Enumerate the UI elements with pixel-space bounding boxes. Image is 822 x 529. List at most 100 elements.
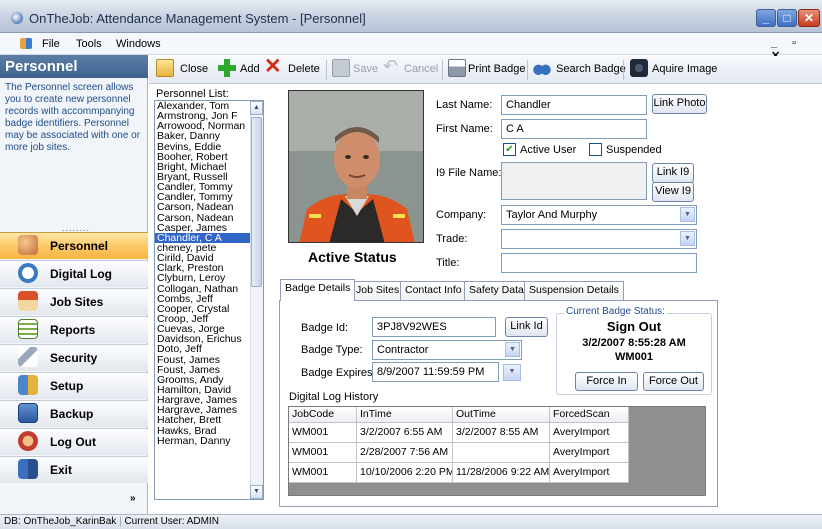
- trade-select[interactable]: [501, 229, 697, 249]
- list-item[interactable]: Bright, Michael: [155, 162, 263, 172]
- close-button[interactable]: Close: [180, 63, 208, 75]
- badge-id-field[interactable]: 3PJ8V92WES: [372, 317, 496, 337]
- scroll-down-icon[interactable]: ▼: [250, 485, 263, 499]
- last-name-field[interactable]: Chandler: [501, 95, 647, 115]
- link-i9-button[interactable]: Link I9: [652, 163, 694, 183]
- company-select[interactable]: Taylor And Murphy: [501, 205, 697, 225]
- table-cell[interactable]: 3/2/2007 6:55 AM: [357, 423, 453, 443]
- link-id-button[interactable]: Link Id: [505, 317, 548, 337]
- badge-type-select[interactable]: Contractor: [372, 340, 522, 360]
- save-button[interactable]: Save: [353, 63, 378, 75]
- list-item[interactable]: Baker, Danny: [155, 131, 263, 141]
- list-item[interactable]: Alexander, Tom: [155, 101, 263, 111]
- list-item[interactable]: Carson, Nadean: [155, 202, 263, 212]
- table-cell[interactable]: AveryImport: [550, 463, 629, 483]
- list-item[interactable]: Grooms, Andy: [155, 375, 263, 385]
- list-item[interactable]: Foust, James: [155, 355, 263, 365]
- table-cell[interactable]: [453, 443, 550, 463]
- table-cell[interactable]: 3/2/2007 8:55 AM: [453, 423, 550, 443]
- chevron-down-icon[interactable]: ▼: [505, 342, 520, 357]
- title-field[interactable]: [501, 253, 697, 273]
- menu-tools[interactable]: Tools: [76, 38, 102, 50]
- list-item[interactable]: Arrowood, Norman: [155, 121, 263, 131]
- column-header[interactable]: JobCode: [289, 407, 357, 423]
- list-item[interactable]: Bevins, Eddie: [155, 142, 263, 152]
- close-window-button[interactable]: ✕: [798, 9, 820, 27]
- calendar-dropdown-icon[interactable]: ▼: [503, 364, 521, 381]
- list-item[interactable]: Hargrave, James: [155, 395, 263, 405]
- table-cell[interactable]: 11/28/2006 9:22 AM: [453, 463, 550, 483]
- i9-file-field[interactable]: [501, 162, 647, 200]
- force-out-button[interactable]: Force Out: [643, 372, 704, 391]
- column-header[interactable]: OutTime: [453, 407, 550, 423]
- column-header[interactable]: ForcedScan: [550, 407, 629, 423]
- list-item[interactable]: Candler, Tommy: [155, 192, 263, 202]
- list-item[interactable]: Carson, Nadean: [155, 213, 263, 223]
- list-item[interactable]: Bryant, Russell: [155, 172, 263, 182]
- list-item[interactable]: Chandler, C A: [155, 232, 263, 243]
- tab-suspension-details[interactable]: Suspension Details: [524, 281, 624, 300]
- table-cell[interactable]: 10/10/2006 2:20 PM: [357, 463, 453, 483]
- tab-safety-data[interactable]: Safety Data: [464, 281, 529, 300]
- maximize-button[interactable]: □: [777, 9, 797, 27]
- personnel-list[interactable]: Alexander, Tom Armstrong, Jon F Arrowood, …: [154, 100, 264, 500]
- link-photo-button[interactable]: Link Photo: [652, 94, 707, 114]
- tab-contact-info[interactable]: Contact Info: [400, 281, 467, 300]
- list-item[interactable]: Candler, Tommy: [155, 182, 263, 192]
- tab-badge-details[interactable]: Badge Details: [280, 279, 356, 301]
- table-cell[interactable]: AveryImport: [550, 423, 629, 443]
- list-item[interactable]: Booher, Robert: [155, 152, 263, 162]
- list-item[interactable]: Hargrave, James: [155, 405, 263, 415]
- list-item[interactable]: Croop, Jeff: [155, 314, 263, 324]
- search-badge-button[interactable]: Search Badge: [556, 63, 626, 75]
- list-item[interactable]: Cuevas, Jorge: [155, 324, 263, 334]
- table-cell[interactable]: WM001: [289, 423, 357, 443]
- add-button[interactable]: Add: [240, 63, 260, 75]
- badge-expires-field[interactable]: 8/9/2007 11:59:59 PM: [372, 362, 499, 382]
- minimize-button[interactable]: _: [756, 9, 776, 27]
- table-cell[interactable]: 2/28/2007 7:56 AM: [357, 443, 453, 463]
- chevron-down-icon[interactable]: ▼: [680, 207, 695, 222]
- list-item[interactable]: Hawks, Brad: [155, 426, 263, 436]
- suspended-checkbox[interactable]: [589, 143, 602, 156]
- list-item[interactable]: Collogan, Nathan: [155, 284, 263, 294]
- chevron-down-icon[interactable]: ▼: [680, 231, 695, 246]
- list-item[interactable]: Doto, Jeff: [155, 344, 263, 354]
- delete-button[interactable]: Delete: [288, 63, 320, 75]
- table-cell[interactable]: AveryImport: [550, 443, 629, 463]
- list-item[interactable]: Clark, Preston: [155, 263, 263, 273]
- list-item[interactable]: Cooper, Crystal: [155, 304, 263, 314]
- list-item[interactable]: Clyburn, Leroy: [155, 273, 263, 283]
- view-i9-button[interactable]: View I9: [652, 182, 694, 202]
- table-cell[interactable]: WM001: [289, 463, 357, 483]
- force-in-button[interactable]: Force In: [575, 372, 638, 391]
- list-item[interactable]: Hamilton, David: [155, 385, 263, 395]
- scroll-up-icon[interactable]: ▲: [250, 101, 263, 115]
- list-item[interactable]: Herman, Danny: [155, 436, 263, 446]
- list-item[interactable]: Foust, James: [155, 365, 263, 375]
- badge-expires-label: Badge Expires:: [301, 367, 376, 379]
- scroll-thumb[interactable]: [251, 117, 262, 287]
- column-header[interactable]: InTime: [357, 407, 453, 423]
- list-item[interactable]: Davidson, Erichus: [155, 334, 263, 344]
- list-item[interactable]: Cirild, David: [155, 253, 263, 263]
- table-cell[interactable]: WM001: [289, 443, 357, 463]
- active-user-checkbox[interactable]: ✔: [503, 143, 516, 156]
- toolbar-separator: [326, 60, 327, 80]
- badge-status: Sign Out: [606, 319, 662, 334]
- cancel-button[interactable]: Cancel: [404, 63, 438, 75]
- more-nav-chevron-icon[interactable]: »: [130, 493, 136, 504]
- tab-job-sites[interactable]: Job Sites: [351, 281, 405, 300]
- menu-file[interactable]: File: [42, 38, 60, 50]
- nav-label: Digital Log: [50, 267, 112, 281]
- menu-windows[interactable]: Windows: [116, 38, 161, 50]
- list-item[interactable]: Casper, James: [155, 223, 263, 233]
- list-item[interactable]: Hatcher, Brett: [155, 415, 263, 425]
- status-bar: DB: OnTheJob_KarinBak | Current User: AD…: [0, 514, 822, 529]
- list-item[interactable]: cheney, pete: [155, 243, 263, 253]
- first-name-field[interactable]: C A: [501, 119, 647, 139]
- list-item[interactable]: Armstrong, Jon F: [155, 111, 263, 121]
- acquire-image-button[interactable]: Aquire Image: [652, 63, 717, 75]
- list-item[interactable]: Combs, Jeff: [155, 294, 263, 304]
- print-badge-button[interactable]: Print Badge: [468, 63, 525, 75]
